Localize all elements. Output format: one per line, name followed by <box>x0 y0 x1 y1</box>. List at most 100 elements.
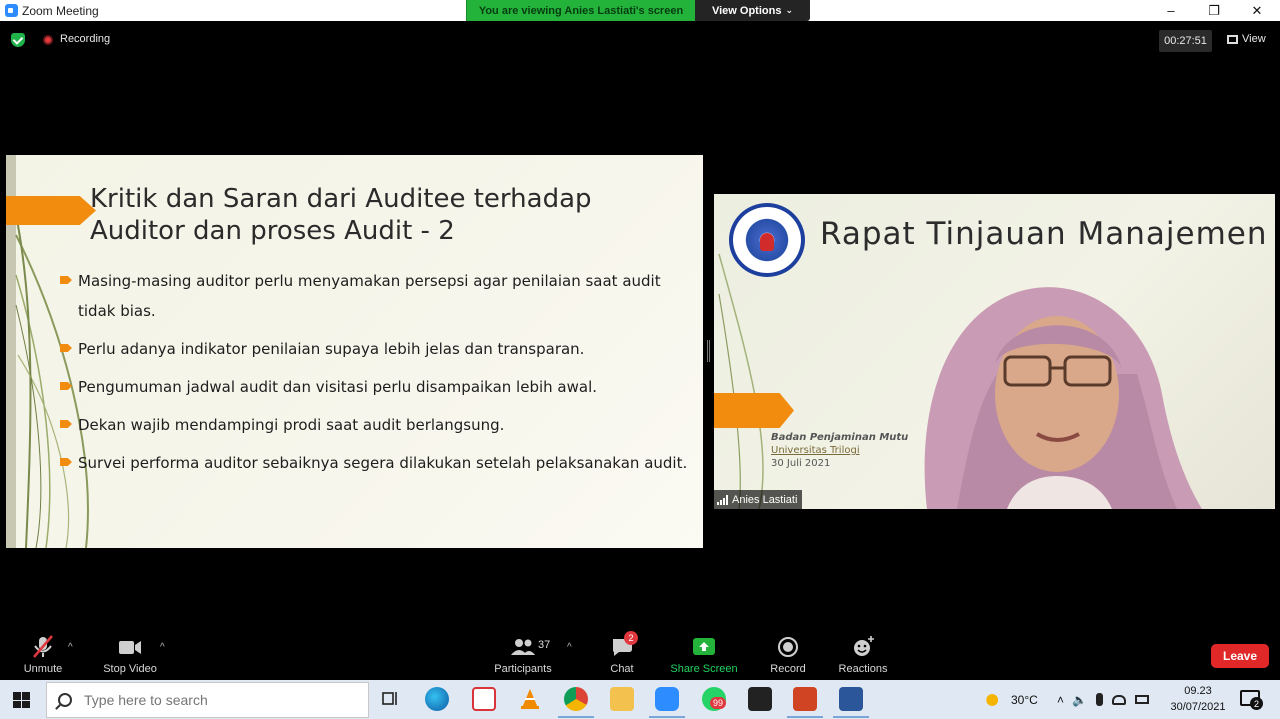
powerpoint-icon[interactable] <box>793 687 817 711</box>
background-title: Rapat Tinjauan Manajemen <box>820 216 1268 252</box>
participants-button[interactable]: Participants <box>491 628 555 680</box>
background-arrow <box>714 393 794 428</box>
whatsapp-badge: 99 <box>710 697 727 709</box>
slide-bullet-list: Masing-masing auditor perlu menyamakan p… <box>60 266 690 486</box>
video-camera-icon <box>119 641 141 654</box>
gift-app-icon[interactable] <box>472 687 496 711</box>
weather-widget[interactable]: 30°C <box>985 680 1038 719</box>
stop-video-button[interactable]: Stop Video <box>99 628 161 680</box>
leave-button[interactable]: Leave <box>1211 644 1269 668</box>
whatsapp-icon[interactable]: 99 <box>702 687 727 711</box>
participants-options-caret[interactable]: ^ <box>567 642 572 653</box>
grid-view-icon <box>1227 34 1238 44</box>
meeting-timer: 00:27:51 <box>1159 30 1212 52</box>
windows-start-icon[interactable] <box>13 692 30 708</box>
task-view-glyph <box>382 692 397 705</box>
recording-icon <box>43 35 53 45</box>
system-tray: ˄ 🔈 <box>1057 680 1149 719</box>
search-icon <box>58 693 72 707</box>
view-options-label: View Options <box>711 4 782 17</box>
zoom-active-indicator <box>649 716 685 718</box>
weather-sun-icon <box>985 692 1003 707</box>
task-view-icon[interactable] <box>378 687 402 711</box>
participants-count: 37 <box>538 639 551 651</box>
file-explorer-icon[interactable] <box>610 687 634 711</box>
participant-video[interactable]: Rapat Tinjauan Manajemen Badan Penjamina… <box>714 194 1275 509</box>
chrome-icon[interactable] <box>564 687 588 711</box>
window-title: Zoom Meeting <box>22 3 99 18</box>
view-button[interactable]: View <box>1227 33 1266 45</box>
participant-person <box>924 287 1202 509</box>
muted-microphone-icon <box>33 635 53 658</box>
share-screen-button[interactable]: Share Screen <box>669 628 739 680</box>
share-screen-label: Share Screen <box>670 663 738 675</box>
recording-label[interactable]: Recording <box>60 33 110 45</box>
university-logo <box>729 203 805 277</box>
notification-count: 2 <box>1250 697 1263 710</box>
reactions-label: Reactions <box>838 663 888 675</box>
word-active-indicator <box>833 716 869 718</box>
zoom-taskbar-icon[interactable] <box>655 687 679 711</box>
slide-bullet: Masing-masing auditor perlu menyamakan p… <box>60 266 690 326</box>
chat-icon: 2 <box>608 631 638 659</box>
chat-button[interactable]: 2 Chat <box>605 628 639 680</box>
word-icon[interactable] <box>839 687 863 711</box>
vlc-cone-icon <box>521 689 539 709</box>
slide-bullet: Pengumuman jadwal audit dan visitasi per… <box>60 372 690 402</box>
slide-title-line2: Auditor dan proses Audit - 2 <box>90 216 455 246</box>
share-screen-icon <box>693 638 715 655</box>
participant-name-tag: Anies Lastiati <box>714 490 803 509</box>
zoom-app-icon <box>5 4 18 17</box>
stop-video-label: Stop Video <box>103 663 157 675</box>
participants-label: Participants <box>494 663 552 675</box>
taskbar-search-input[interactable] <box>84 692 344 708</box>
unmute-button[interactable]: Unmute <box>20 628 66 680</box>
record-button[interactable]: Record <box>767 628 809 680</box>
taskbar-clock[interactable]: 09.23 30/07/2021 <box>1166 683 1230 715</box>
clock-time: 09.23 <box>1184 685 1212 697</box>
microphone-icon[interactable] <box>1095 693 1103 706</box>
participants-icon <box>511 639 535 655</box>
record-icon <box>778 637 798 657</box>
restore-button[interactable]: ❐ <box>1194 0 1234 21</box>
smiley-plus-icon <box>854 636 874 656</box>
slide-title-line1: Kritik dan Saran dari Auditee terhadap <box>90 184 592 214</box>
minimize-button[interactable]: – <box>1151 0 1191 21</box>
chevron-up-icon[interactable]: ˄ <box>1057 693 1064 707</box>
chat-label: Chat <box>610 663 634 675</box>
taskbar-search-box[interactable] <box>46 682 369 718</box>
edge-browser-icon[interactable] <box>425 687 449 711</box>
clock-date: 30/07/2021 <box>1170 701 1226 713</box>
reactions-button[interactable]: Reactions <box>836 628 890 680</box>
slide-bullet: Perlu adanya indikator penilaian supaya … <box>60 334 690 364</box>
shared-screen[interactable]: Kritik dan Saran dari Auditee terhadap A… <box>6 155 703 548</box>
chat-badge: 2 <box>624 631 638 645</box>
screen-share-banner: You are viewing Anies Lastiati's screen … <box>466 0 810 21</box>
signal-strength-icon <box>717 494 728 505</box>
record-label: Record <box>770 663 806 675</box>
audio-options-caret[interactable]: ^ <box>68 642 73 653</box>
vlc-icon[interactable] <box>518 687 542 711</box>
slide-bullet: Dekan wajib mendampingi prodi saat audit… <box>60 410 690 440</box>
slide-title-arrow <box>6 196 96 225</box>
sticky-app-icon[interactable] <box>748 687 772 711</box>
viewing-screen-message: You are viewing Anies Lastiati's screen <box>466 0 695 21</box>
meeting-toolbar: Unmute ^ Stop Video ^ Participants 37 ^ … <box>0 628 1280 680</box>
participant-name: Anies Lastiati <box>732 493 798 506</box>
weather-temperature: 30°C <box>1011 692 1038 707</box>
close-button[interactable]: ✕ <box>1237 0 1277 21</box>
chrome-active-indicator <box>558 716 594 718</box>
video-options-caret[interactable]: ^ <box>160 642 165 653</box>
meeting-info-bar: Recording 00:27:51 View <box>0 30 1280 52</box>
network-icon[interactable] <box>1111 694 1126 705</box>
view-options-button[interactable]: View Options ⌄ <box>695 0 810 21</box>
shield-icon[interactable] <box>11 33 25 47</box>
chevron-down-icon: ⌄ <box>785 5 794 15</box>
powerpoint-active-indicator <box>787 716 823 718</box>
splitter-handle[interactable] <box>707 340 710 362</box>
windows-taskbar: 99 30°C ˄ 🔈 09.23 30/07/2021 2 <box>0 680 1280 719</box>
view-label: View <box>1242 33 1266 45</box>
speaker-icon[interactable]: 🔈 <box>1072 693 1087 707</box>
slide-title: Kritik dan Saran dari Auditee terhadap A… <box>90 183 650 247</box>
battery-icon[interactable] <box>1134 695 1149 704</box>
